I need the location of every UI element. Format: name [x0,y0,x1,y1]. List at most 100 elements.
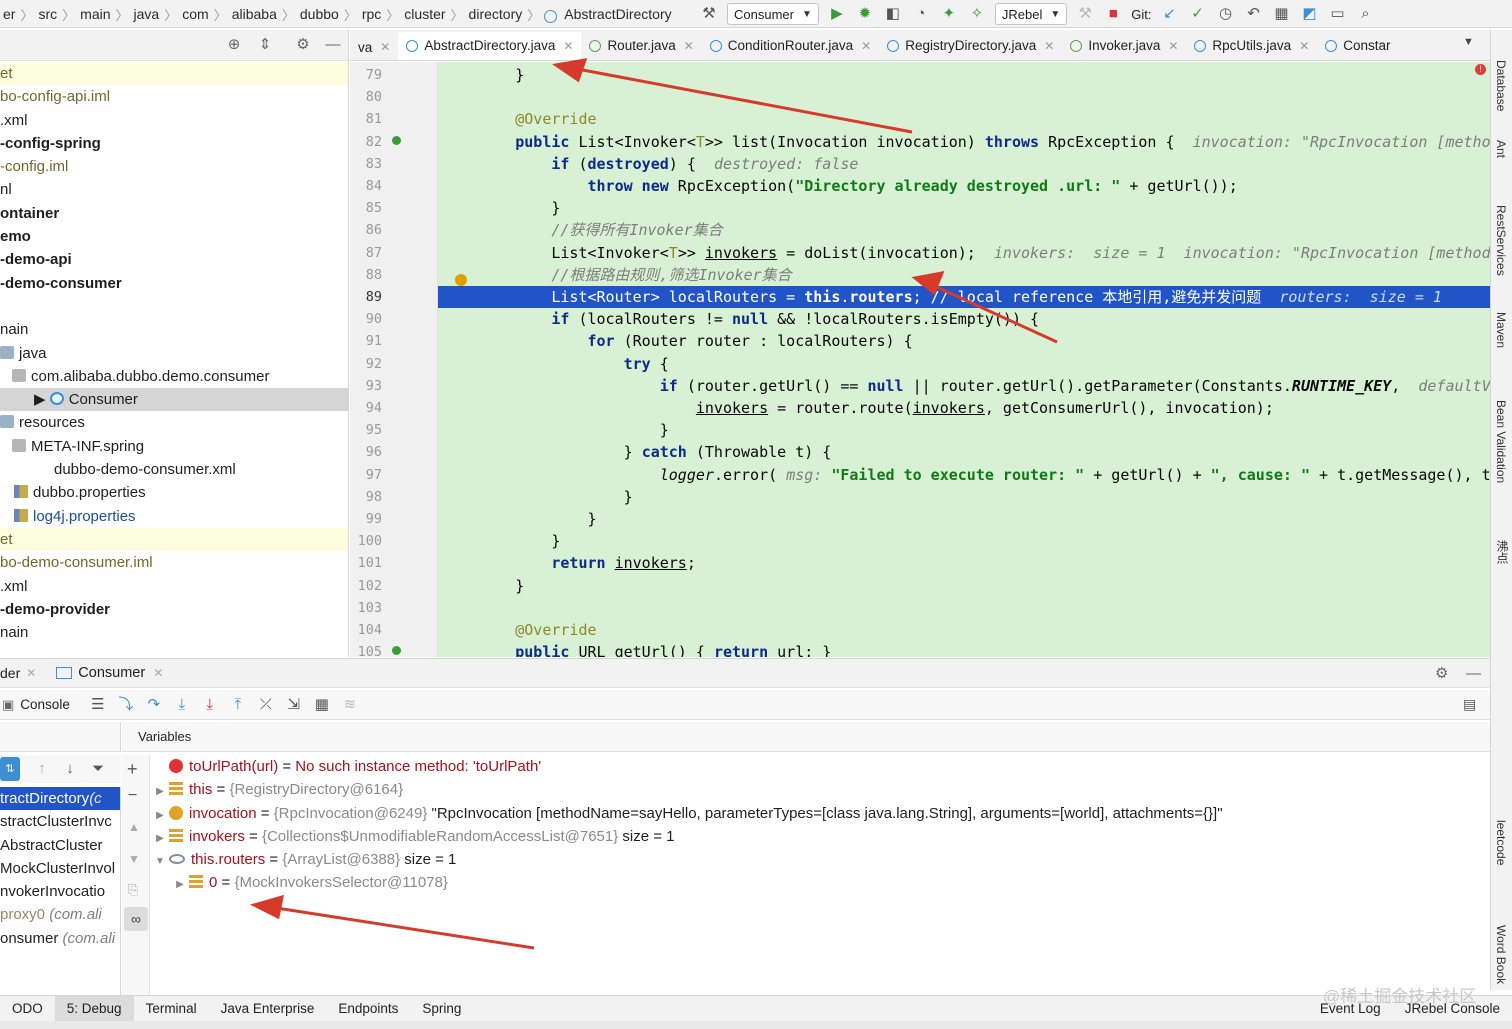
tree-row[interactable]: -demo-consumer [0,272,348,295]
bottom-tab[interactable]: ODO [0,996,55,1022]
code-line[interactable]: if (destroyed) { destroyed: false [438,153,858,175]
git-update-icon[interactable]: ↙ [1158,3,1180,25]
step-out-icon[interactable]: ⤒ [227,694,249,716]
tree-row[interactable]: com.alibaba.dubbo.demo.consumer [0,365,348,388]
close-icon[interactable]: ✕ [26,666,36,680]
expand-arrow-icon[interactable]: ▶ [34,391,50,408]
code-line[interactable]: public URL getUrl() { return url; } [438,641,831,657]
tree-row[interactable]: -config-spring [0,132,348,155]
step-into-icon[interactable]: ⤓ [171,694,193,716]
code-line[interactable]: @Override [438,619,596,641]
bottom-tab[interactable]: Java Enterprise [209,996,327,1022]
breadcrumb-item[interactable]: main [77,6,113,22]
profile-icon[interactable]: ◔ [910,3,932,25]
tool-window-3[interactable]: Maven [1494,312,1508,348]
breadcrumb-item[interactable]: er [0,6,18,22]
code-line[interactable]: } [438,419,669,441]
code-line[interactable]: } [438,197,560,219]
close-icon[interactable]: ✕ [1044,39,1054,53]
tool-window-2[interactable]: RestServices [1494,205,1508,276]
tool-window-4[interactable]: Bean Validation [1494,400,1508,483]
stack-frame[interactable]: AbstractCluster [0,834,120,857]
tree-row[interactable]: dubbo.properties [0,481,348,504]
editor-tab[interactable]: AbstractDirectory.java ✕ [398,31,582,60]
tool-window-5[interactable]: 沸点 [1494,540,1511,564]
move-up-icon[interactable]: ▲ [128,820,140,834]
variable-row[interactable]: ▼ this.routers = {ArrayList@6388} size = … [151,848,1490,871]
tree-row[interactable]: nain [0,318,348,341]
move-down-icon[interactable]: ▼ [128,852,140,866]
close-icon[interactable]: ✕ [1299,39,1309,53]
editor-tab[interactable]: Constar [1317,30,1398,60]
locate-icon[interactable]: ⊕ [224,34,244,56]
bottom-tab[interactable]: Spring [410,996,473,1022]
expand-arrow-icon[interactable]: ▶ [151,804,169,827]
breadcrumb-item[interactable]: alibaba [229,6,280,22]
history-icon[interactable]: ◷ [1214,3,1236,25]
stack-frame[interactable]: nvokerInvocatio [0,880,120,903]
hammer-disabled-icon[interactable]: ⚒ [1074,3,1096,25]
stack-frame[interactable]: onsumer (com.ali [0,927,120,950]
close-icon[interactable]: ✕ [1168,39,1178,53]
bottom-tab[interactable]: 5: Debug [54,995,134,1022]
tree-row[interactable]: -config.iml [0,155,348,178]
stack-frame[interactable]: MockClusterInvol [0,857,120,880]
variable-row[interactable]: ▶ 0 = {MockInvokersSelector@11078} [151,871,1490,894]
variable-row[interactable]: toUrlPath(url) = No such instance method… [151,755,1490,778]
code-line[interactable]: //根据路由规则,筛选Invoker集合 [438,264,791,286]
code-line[interactable]: return invokers; [438,552,696,574]
close-icon[interactable]: ✕ [153,666,163,680]
override-marker-icon[interactable] [392,646,401,656]
tree-row[interactable]: et [0,62,348,86]
error-indicator-icon[interactable]: ! [1475,64,1486,75]
coverage-icon[interactable]: ◧ [882,3,904,25]
debug-session-tab[interactable]: Consumer [78,665,145,681]
jrebel-debug-icon[interactable]: ✧ [966,3,988,25]
remove-watch-icon[interactable]: − [128,787,137,805]
override-marker-icon[interactable] [392,135,401,145]
close-icon[interactable]: ✕ [861,39,871,53]
expand-arrow-icon[interactable]: ▶ [151,827,169,850]
stack-frame[interactable]: tractDirectory(c [0,787,120,811]
stack-frame[interactable]: stractClusterInvc [0,810,120,833]
tree-row[interactable]: et [0,527,348,552]
code-line[interactable]: @Override [438,108,596,130]
expand-arrow-icon[interactable]: ▶ [151,780,169,803]
code-line[interactable]: } catch (Throwable t) { [438,441,832,463]
stack-frame[interactable]: proxy0 (com.ali [0,903,120,926]
close-icon[interactable]: ✕ [563,39,573,53]
editor-tab[interactable]: Invoker.java ✕ [1062,30,1186,60]
tree-row[interactable]: bo-demo-consumer.iml [0,551,348,574]
run-icon[interactable]: ▶ [826,3,848,25]
down-arrow-icon[interactable]: ↓ [59,758,81,780]
variable-row[interactable]: ▶ invocation = {RpcInvocation@6249} "RpcI… [151,802,1490,825]
code-line[interactable]: public List<Invoker<T>> list(Invocation … [438,131,1490,153]
code-line[interactable] [438,597,443,619]
tree-row[interactable]: .xml [0,575,348,598]
code-line[interactable]: List<Invoker<T>> invokers = doList(invoc… [438,242,1490,264]
copy-icon[interactable]: ⎘ [128,882,138,898]
tool-window-0[interactable]: Database [1494,60,1508,111]
up-arrow-icon[interactable]: ↑ [31,758,53,780]
code-line[interactable]: throw new RpcException("Directory alread… [438,175,1238,197]
code-line[interactable]: for (Router router : localRouters) { [438,330,913,352]
collapse-icon[interactable]: ⇕ [255,34,275,56]
breadcrumb-item[interactable]: AbstractDirectory [561,6,674,22]
code-line[interactable]: List<Router> localRouters = this.routers… [438,286,1490,309]
hide-icon[interactable]: — [1466,665,1481,682]
menu-icon[interactable]: ☰ [87,694,109,716]
code-line[interactable]: } [438,575,524,597]
build-hammer-icon[interactable]: ⚒ [698,3,720,25]
editor-tab[interactable]: RegistryDirectory.java ✕ [879,30,1062,60]
code-line[interactable]: logger.error( msg: "Failed to execute ro… [438,464,1490,486]
expand-arrow-icon[interactable]: ▼ [151,850,169,873]
tree-row[interactable]: .xml [0,109,348,132]
expand-arrow-icon[interactable]: ▶ [171,873,189,896]
watches-glasses-icon[interactable]: ∞ [124,907,148,931]
tree-row[interactable]: emo [0,225,348,248]
filter-icon[interactable]: ⏷ [87,758,109,780]
tree-row[interactable]: log4j.properties [0,505,348,528]
tree-row[interactable]: nain [0,621,348,644]
tree-row[interactable]: java [0,342,348,365]
editor-tab[interactable]: va ✕ [350,32,398,61]
